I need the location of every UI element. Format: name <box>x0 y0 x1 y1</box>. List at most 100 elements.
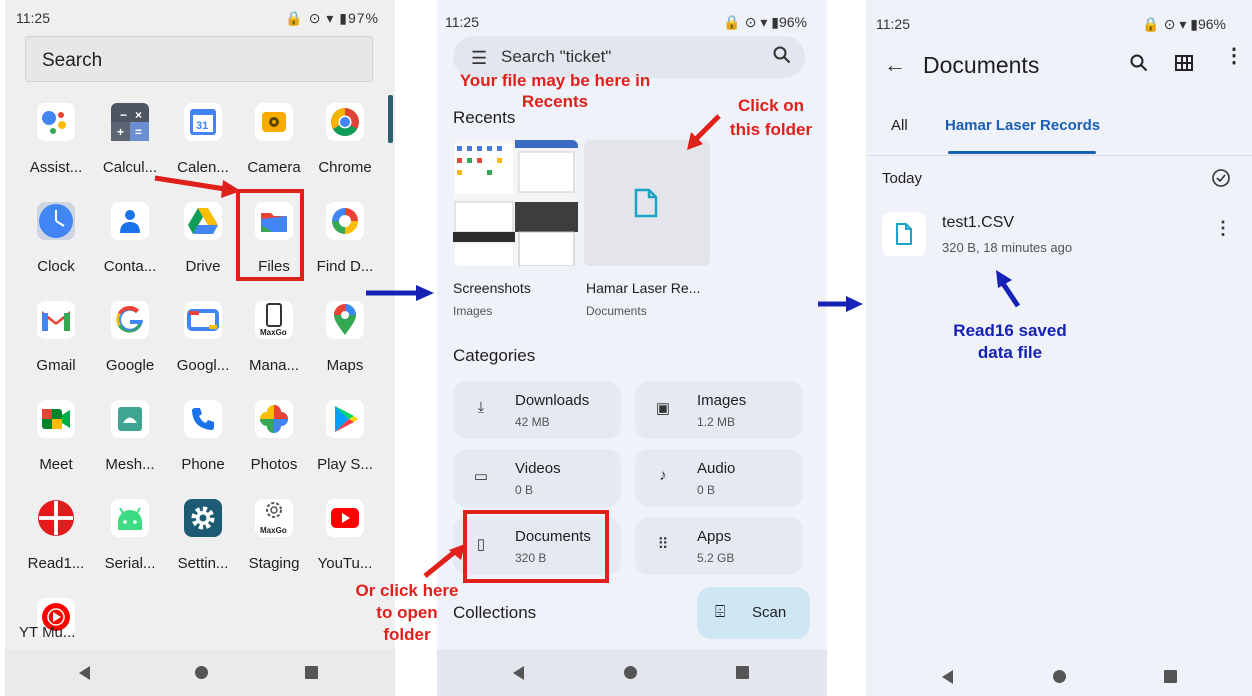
find-device-icon <box>326 202 364 240</box>
app-read16[interactable]: Read1... <box>21 499 91 589</box>
app-label: Clock <box>37 258 75 275</box>
calculator-icon: − × + = <box>111 103 149 141</box>
navigation-bar <box>437 650 827 696</box>
app-photos[interactable]: Photos <box>239 400 309 490</box>
app-label: Settin... <box>177 555 229 572</box>
app-play-store[interactable]: Play S... <box>310 400 380 490</box>
home-icon[interactable] <box>624 666 637 679</box>
file-thumb <box>882 212 926 256</box>
app-search-bar[interactable]: Search <box>25 36 373 82</box>
scrollbar[interactable] <box>388 95 393 143</box>
file-row[interactable]: test1.CSV 320 B, 18 minutes ago ⋮ <box>866 200 1252 270</box>
read16-icon <box>37 499 75 537</box>
app-label: YT Mu... <box>19 624 76 641</box>
app-label: YouTu... <box>317 555 373 572</box>
status-icons: 🔒 ⊙ ▾ ▮97% <box>285 10 379 26</box>
svg-text:=: = <box>135 125 142 139</box>
tab-all[interactable]: All <box>891 117 908 134</box>
phone-icon <box>184 400 222 438</box>
app-contacts[interactable]: Conta... <box>95 202 165 292</box>
svg-text:MaxGo: MaxGo <box>260 328 287 337</box>
category-audio[interactable]: ♪ Audio 0 B <box>635 449 803 507</box>
maxgo-manager-icon: MaxGo <box>255 301 293 339</box>
category-videos[interactable]: ▭ Videos 0 B <box>453 449 621 507</box>
menu-icon[interactable]: ☰ <box>471 48 487 69</box>
page-title: Documents <box>923 52 1040 78</box>
search-icon[interactable] <box>1130 54 1148 77</box>
status-icons: 🔒 ⊙ ▾ ▮96% <box>1142 16 1226 32</box>
blue-arrow-icon <box>366 285 434 301</box>
scan-button[interactable]: ⌹ Scan <box>697 587 810 639</box>
collections-heading: Collections <box>453 603 537 622</box>
status-icons: 🔒 ⊙ ▾ ▮96% <box>723 14 807 30</box>
file-meta: 320 B, 18 minutes ago <box>942 240 1073 255</box>
select-all-check-icon[interactable] <box>1211 168 1231 193</box>
app-google[interactable]: Google <box>95 301 165 391</box>
meet-icon <box>37 400 75 438</box>
documents-screen: 11:25 🔒 ⊙ ▾ ▮96% ← Documents ⋮ All Hamar… <box>866 0 1252 696</box>
category-images[interactable]: ▣ Images 1.2 MB <box>635 381 803 439</box>
category-name: Audio <box>697 460 736 477</box>
status-bar: 11:25 🔒 ⊙ ▾ ▮97% <box>10 8 385 28</box>
recents-icon[interactable] <box>736 666 749 679</box>
gmail-icon <box>37 301 75 339</box>
home-icon[interactable] <box>1053 670 1066 683</box>
status-time: 11:25 <box>16 10 50 26</box>
serial-icon <box>111 499 149 537</box>
app-chrome[interactable]: Chrome <box>310 103 380 193</box>
category-downloads[interactable]: ⤓ Downloads 42 MB <box>453 381 621 439</box>
app-google-tv[interactable]: Googl... <box>168 301 238 391</box>
app-clock[interactable]: Clock <box>21 202 91 292</box>
chrome-icon <box>326 103 364 141</box>
scan-label: Scan <box>752 604 787 621</box>
recent-screenshots-thumb[interactable] <box>453 140 578 266</box>
recent-type: Documents <box>586 304 647 318</box>
back-icon[interactable] <box>79 666 90 680</box>
app-youtube[interactable]: YouTu... <box>310 499 380 589</box>
red-arrow-icon <box>423 544 465 578</box>
app-label: Serial... <box>104 555 156 572</box>
more-options-icon[interactable]: ⋮ <box>1224 46 1244 66</box>
recent-name: Hamar Laser Re... <box>586 280 701 296</box>
app-drive[interactable]: Drive <box>168 202 238 292</box>
category-name: Videos <box>515 460 561 477</box>
app-maps[interactable]: Maps <box>310 301 380 391</box>
app-maxgo-manager[interactable]: MaxGo Mana... <box>239 301 309 391</box>
app-label: Drive <box>185 258 221 275</box>
app-meet[interactable]: Meet <box>21 400 91 490</box>
app-maxgo-staging[interactable]: MaxGo Staging <box>239 499 309 589</box>
annotation-recents: Your file may be here in Recents <box>459 71 651 111</box>
file-more-icon[interactable]: ⋮ <box>1214 219 1232 237</box>
app-settings[interactable]: Settin... <box>168 499 238 589</box>
grid-view-icon[interactable] <box>1175 54 1193 77</box>
tab-hamar-laser-records[interactable]: Hamar Laser Records <box>945 117 1100 134</box>
active-tab-indicator <box>948 151 1096 154</box>
app-camera[interactable]: Camera <box>239 103 309 193</box>
app-find-device[interactable]: Find D... <box>310 202 380 292</box>
svg-text:MaxGo: MaxGo <box>260 526 287 535</box>
status-time: 11:25 <box>445 14 479 30</box>
app-serial[interactable]: Serial... <box>95 499 165 589</box>
category-apps[interactable]: ⠿ Apps 5.2 GB <box>635 517 803 575</box>
document-icon <box>896 223 912 245</box>
recent-hamar-laser-folder[interactable] <box>584 140 710 266</box>
app-label: Maps <box>326 357 364 374</box>
app-gmail[interactable]: Gmail <box>21 301 91 391</box>
app-drawer-screen: 11:25 🔒 ⊙ ▾ ▮97% Search Assist... − × + = C… <box>5 0 395 696</box>
video-icon: ▭ <box>473 468 489 485</box>
maps-icon <box>326 301 364 339</box>
app-label: Play S... <box>317 456 373 473</box>
status-time: 11:25 <box>876 16 910 32</box>
back-icon[interactable] <box>513 666 524 680</box>
app-phone[interactable]: Phone <box>168 400 238 490</box>
app-assistant[interactable]: Assist... <box>21 103 91 193</box>
app-mesh[interactable]: Mesh... <box>95 400 165 490</box>
section-today: Today <box>882 170 923 187</box>
back-icon[interactable] <box>942 670 953 684</box>
recents-icon[interactable] <box>1164 670 1177 683</box>
search-icon[interactable] <box>773 46 791 69</box>
home-icon[interactable] <box>195 666 208 679</box>
back-arrow-icon[interactable]: ← <box>884 52 906 78</box>
recent-type: Images <box>453 304 493 318</box>
recents-icon[interactable] <box>305 666 318 679</box>
